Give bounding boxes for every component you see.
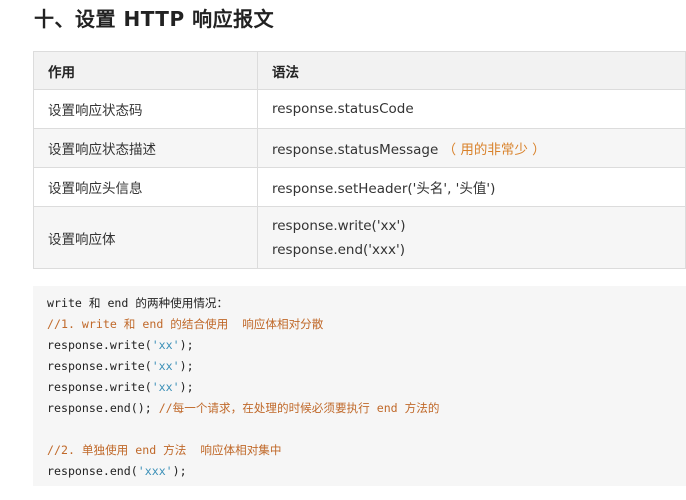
code-line: response.write('xx'); [47, 335, 686, 356]
code-comment: //2. 单独使用 end 方法 响应体相对集中 [47, 443, 282, 457]
code-close: ); [179, 359, 194, 373]
code-close: ); [172, 464, 187, 478]
code-string: 'xx' [151, 380, 180, 394]
code-string: 'xx' [151, 359, 180, 373]
code-call: response.end( [47, 464, 138, 478]
table-row: 设置响应体 response.write('xx') response.end(… [33, 206, 686, 269]
code-line: write 和 end 的两种使用情况： [47, 296, 229, 310]
code-line: response.write('xx'); [47, 377, 686, 398]
code-close: ); [179, 338, 194, 352]
code-call: response.write( [47, 380, 152, 394]
header-syntax: 语法 [257, 51, 686, 90]
code-close: ); [179, 380, 194, 394]
code-line: response.end(); //每一个请求，在处理的时候必须要执行 end … [47, 398, 686, 419]
code-call: response.write( [47, 359, 152, 373]
code-call: response.write( [47, 338, 152, 352]
purpose-cell: 设置响应体 [33, 206, 258, 269]
purpose-cell: 设置响应头信息 [33, 167, 258, 207]
syntax-cell: response.write('xx') response.end('xxx') [257, 206, 686, 269]
syntax-text: response.statusMessage [272, 142, 439, 158]
response-api-table: 作用 语法 设置响应状态码 response.statusCode 设置响应状态… [33, 51, 686, 269]
code-string: 'xxx' [137, 464, 173, 478]
table-row: 设置响应头信息 response.setHeader('头名', '头值') [33, 167, 686, 207]
section-heading: 十、设置 HTTP 响应报文 [34, 7, 275, 31]
purpose-cell: 设置响应状态描述 [33, 128, 258, 168]
purpose-cell: 设置响应状态码 [33, 89, 258, 129]
usage-note: （ 用的非常少 ） [442, 142, 546, 158]
syntax-line: response.end('xxx') [272, 241, 405, 258]
code-line: response.end('xxx'); [47, 461, 686, 482]
syntax-cell: response.statusCode [257, 89, 686, 129]
code-comment: //1. write 和 end 的结合使用 响应体相对分散 [47, 317, 324, 331]
syntax-cell: response.setHeader('头名', '头值') [257, 167, 686, 207]
code-block: write 和 end 的两种使用情况： //1. write 和 end 的结… [33, 286, 686, 486]
code-call: response.end(); [47, 401, 159, 415]
table-row: 设置响应状态码 response.statusCode [33, 89, 686, 129]
code-string: 'xx' [151, 338, 180, 352]
table-header-row: 作用 语法 [33, 51, 686, 90]
code-line: response.write('xx'); [47, 356, 686, 377]
syntax-line: response.write('xx') [272, 217, 406, 234]
table-row: 设置响应状态描述 response.statusMessage （ 用的非常少 … [33, 128, 686, 168]
header-purpose: 作用 [33, 51, 258, 90]
syntax-cell: response.statusMessage （ 用的非常少 ） [257, 128, 686, 168]
code-comment: //每一个请求，在处理的时候必须要执行 end 方法的 [158, 401, 440, 415]
